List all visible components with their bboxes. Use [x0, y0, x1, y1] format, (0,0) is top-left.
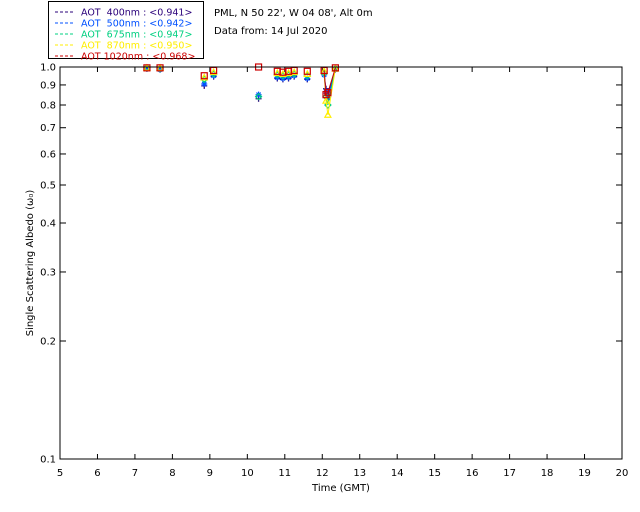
y-tick-label: 0.5 [40, 181, 56, 192]
x-axis-label: Time (GMT) [311, 483, 370, 494]
y-tick-label: 0.9 [40, 80, 56, 91]
y-tick-label: 1.0 [40, 63, 56, 74]
x-tick-label: 18 [541, 468, 554, 479]
y-axis-label: Single Scattering Albedo (ω₀) [25, 190, 36, 337]
site-info: PML, N 50 22', W 04 08', Alt 0m [214, 8, 373, 19]
x-tick-label: 17 [503, 468, 516, 479]
x-tick-label: 14 [391, 468, 404, 479]
legend-label: AOT 400nm : <0.941> [81, 8, 192, 19]
legend: AOT 400nm : <0.941> AOT 500nm : <0.942> AO… [48, 1, 204, 63]
tick-layer: 5 6 7 8 9 10 11 12 13 14 15 16 17 18 19 20 0.1 0.2 0.3 0.4 0… [40, 63, 628, 480]
x-tick-label: 5 [57, 468, 63, 479]
legend-label: AOT 500nm : <0.942> [81, 19, 192, 30]
series-1 [143, 65, 339, 101]
chart: 5 6 7 8 9 10 11 12 13 14 15 16 17 18 19 20 0.1 0.2 0.3 0.4 0… [25, 63, 628, 495]
x-tick-label: 19 [578, 468, 591, 479]
x-tick-label: 9 [207, 468, 213, 479]
legend-entries: AOT 400nm : <0.941>AOT 500nm : <0.942>AO… [55, 8, 195, 63]
x-tick-label: 15 [428, 468, 441, 479]
y-tick-label: 0.2 [40, 336, 56, 347]
y-tick-label: 0.4 [40, 218, 56, 229]
y-tick-label: 0.3 [40, 267, 56, 278]
x-tick-label: 20 [616, 468, 629, 479]
x-tick-label: 6 [94, 468, 100, 479]
x-tick-label: 11 [278, 468, 291, 479]
y-tick-label: 0.8 [40, 100, 56, 111]
x-tick-label: 7 [132, 468, 138, 479]
legend-label: AOT 675nm : <0.947> [81, 30, 192, 41]
x-tick-label: 16 [466, 468, 479, 479]
plot-frame [59, 66, 623, 460]
legend-label: AOT 1020nm : <0.968> [81, 52, 195, 61]
x-tick-label: 12 [316, 468, 329, 479]
y-tick-label: 0.1 [40, 455, 56, 466]
series-0 [143, 65, 339, 102]
date-info: Data from: 14 Jul 2020 [214, 26, 328, 37]
x-tick-label: 8 [169, 468, 175, 479]
x-tick-label: 13 [353, 468, 366, 479]
y-tick-label: 0.7 [40, 123, 56, 134]
series-2 [143, 64, 340, 109]
series-3 [142, 63, 340, 118]
series-4 [143, 63, 339, 99]
legend-label: AOT 870nm : <0.950> [81, 41, 192, 52]
y-tick-label: 0.6 [40, 149, 56, 160]
x-tick-label: 10 [241, 468, 254, 479]
series-layer [142, 63, 340, 118]
